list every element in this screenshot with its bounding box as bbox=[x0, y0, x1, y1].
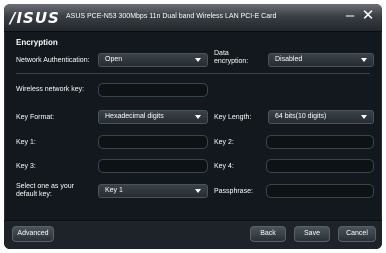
chevron-down-icon bbox=[195, 189, 201, 193]
key2-label: Key 2: bbox=[214, 139, 234, 146]
asus-logo: /ISUS bbox=[10, 9, 60, 27]
network-auth-label: Network Authentication: bbox=[16, 57, 90, 64]
title-bar: /ISUS ASUS PCE-N53 300Mbps 11n Dual band… bbox=[4, 4, 382, 32]
chevron-down-icon bbox=[195, 58, 201, 62]
advanced-button[interactable]: Advanced bbox=[12, 226, 54, 242]
key3-label: Key 3: bbox=[16, 163, 36, 170]
key1-label: Key 1: bbox=[16, 139, 36, 146]
chevron-down-icon bbox=[195, 115, 201, 119]
settings-window: /ISUS ASUS PCE-N53 300Mbps 11n Dual band… bbox=[4, 4, 382, 249]
key-format-label: Key Format: bbox=[16, 114, 55, 121]
key-format-value: Hexadecimal digits bbox=[105, 113, 164, 120]
data-encryption-value: Disabled bbox=[275, 56, 303, 63]
passphrase-label: Passphrase: bbox=[214, 188, 253, 195]
data-encryption-select[interactable]: Disabled bbox=[268, 53, 374, 67]
key2-input[interactable] bbox=[266, 135, 374, 149]
key3-input[interactable] bbox=[98, 159, 208, 173]
minimize-icon[interactable]: – bbox=[341, 8, 359, 24]
network-auth-value: Open bbox=[105, 56, 123, 63]
key-length-label: Key Length: bbox=[214, 114, 252, 121]
default-key-value: Key 1 bbox=[105, 187, 123, 194]
key-format-select[interactable]: Hexadecimal digits bbox=[98, 110, 208, 124]
save-button[interactable]: Save bbox=[294, 226, 330, 242]
default-key-select[interactable]: Key 1 bbox=[98, 184, 208, 198]
chevron-down-icon bbox=[361, 115, 367, 119]
wireless-key-input[interactable] bbox=[98, 83, 208, 97]
key4-label: Key 4: bbox=[214, 163, 234, 170]
back-button[interactable]: Back bbox=[250, 226, 286, 242]
key1-input[interactable] bbox=[98, 135, 208, 149]
network-auth-select[interactable]: Open bbox=[98, 53, 208, 67]
wireless-key-label: Wireless network key: bbox=[16, 86, 85, 93]
key-length-value: 64 bits(10 digits) bbox=[275, 113, 327, 120]
default-key-label: Select one as your default key: bbox=[16, 183, 74, 198]
window-title: ASUS PCE-N53 300Mbps 11n Dual band Wirel… bbox=[66, 13, 277, 20]
data-encryption-label: Data encryption: bbox=[214, 50, 249, 65]
passphrase-input[interactable] bbox=[266, 184, 374, 198]
section-title: Encryption bbox=[16, 38, 58, 47]
chevron-down-icon bbox=[361, 58, 367, 62]
key4-input[interactable] bbox=[266, 159, 374, 173]
key-length-select[interactable]: 64 bits(10 digits) bbox=[268, 110, 374, 124]
divider bbox=[16, 73, 370, 74]
close-icon[interactable]: ✕ bbox=[359, 8, 377, 24]
cancel-button[interactable]: Cancel bbox=[338, 226, 376, 242]
